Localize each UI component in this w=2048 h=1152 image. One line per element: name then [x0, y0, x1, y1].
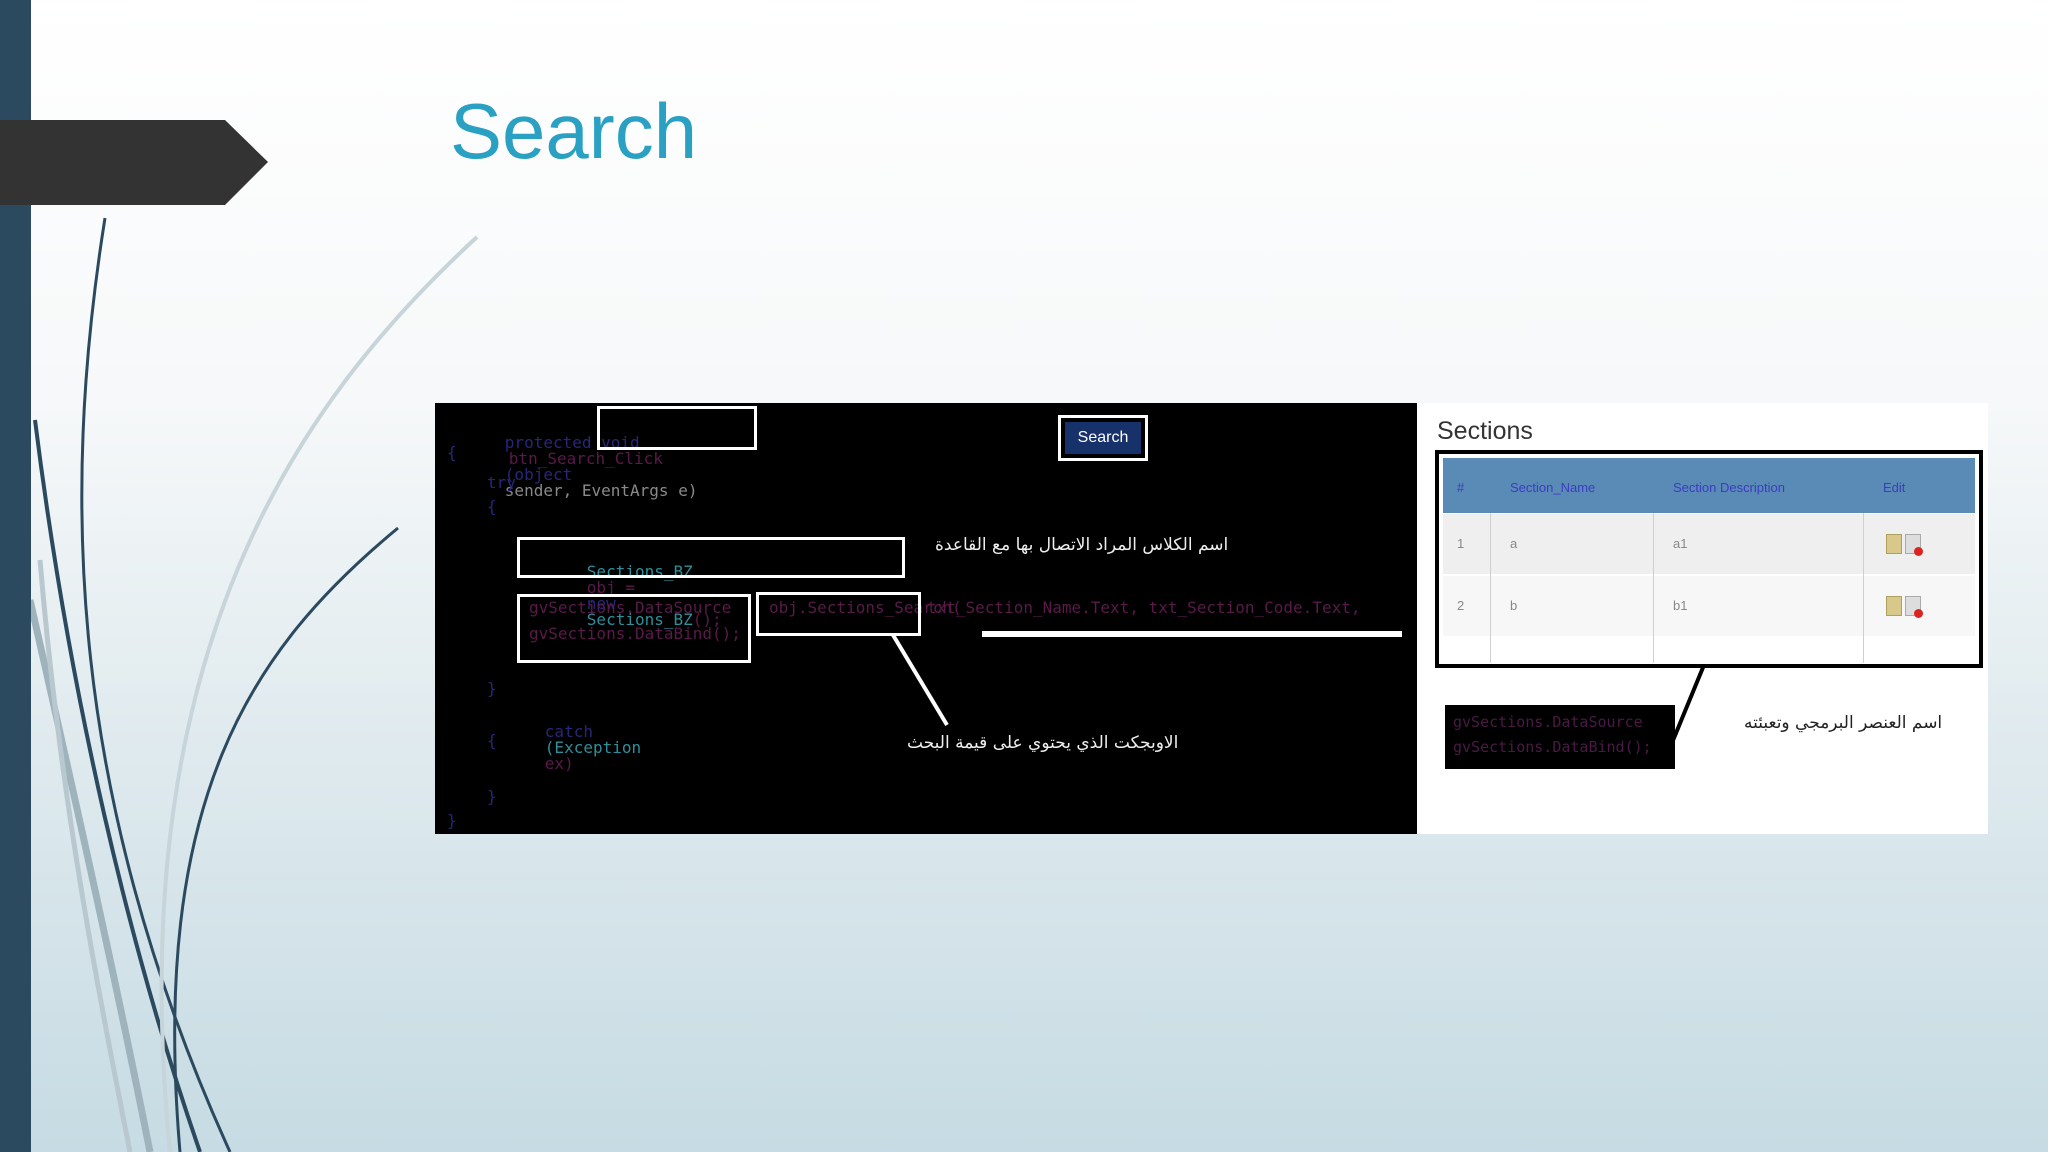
slide-title: Search: [450, 87, 698, 175]
code-catch: catch (Exception ex): [487, 708, 641, 788]
code-databind: gvSections.DataBind();: [1453, 738, 1652, 756]
grid-note: اسم العنصر البرمجي وتعبئته: [1744, 713, 1943, 733]
code-datasource: gvSections.DataSource: [1453, 713, 1643, 731]
code-brace: }: [487, 787, 497, 806]
pointer-line: [1665, 664, 1706, 756]
arrow-banner: [0, 120, 268, 205]
grid-code-block: gvSections.DataSource gvSections.DataBin…: [1445, 705, 1675, 769]
slide: Search protected void btn_Search_Click (…: [0, 0, 2048, 1152]
sections-screenshot: Sections # Section_Name Section Descript…: [1417, 403, 1988, 834]
code-brace: {: [487, 731, 497, 750]
code-exception-var: ex): [544, 754, 574, 773]
code-screenshot: protected void btn_Search_Click (object …: [435, 403, 1417, 834]
code-brace: }: [487, 679, 497, 698]
object-note: الاوبجكت الذي يحتوي على قيمة البحث: [907, 733, 1179, 753]
code-brace: }: [447, 811, 457, 830]
